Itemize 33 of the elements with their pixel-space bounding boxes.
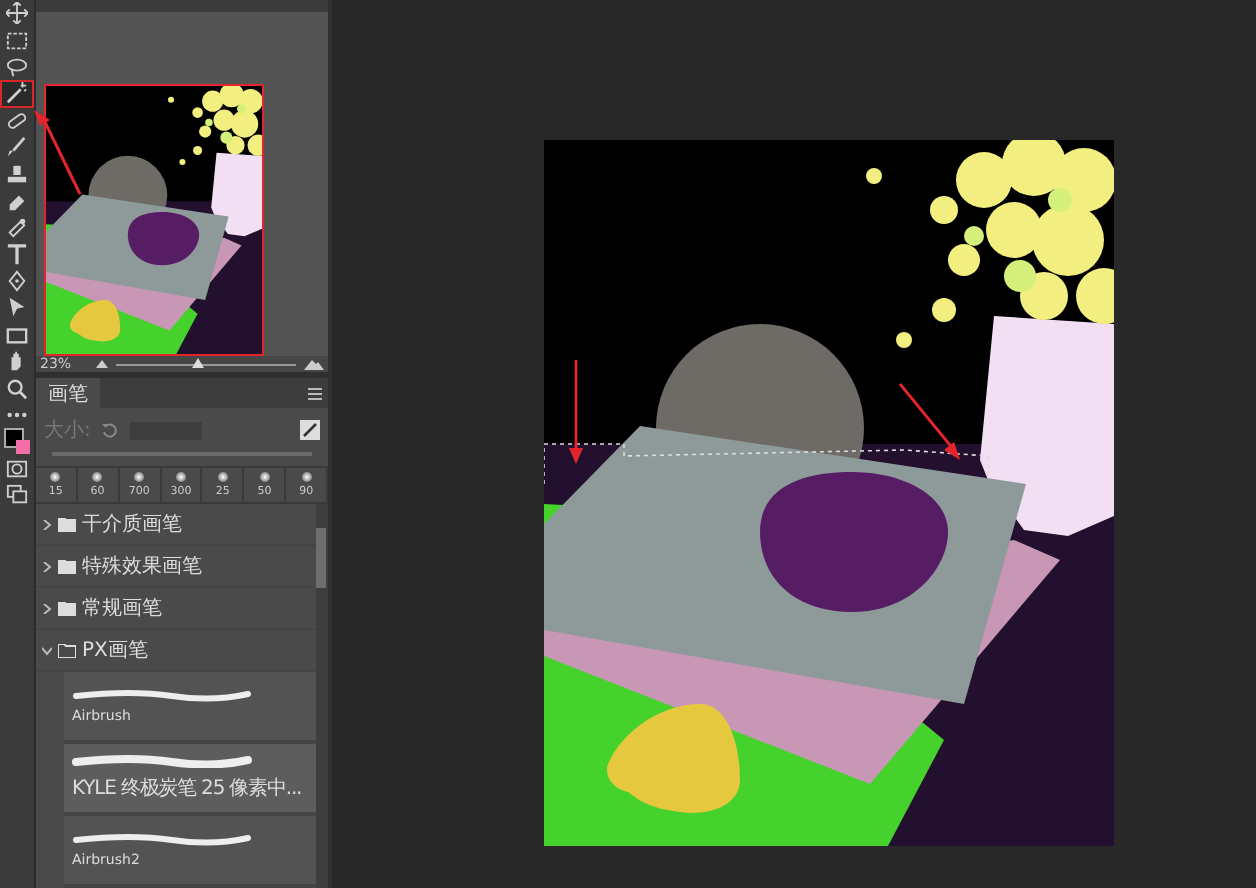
color-swatches[interactable] [4, 428, 30, 455]
reset-icon[interactable] [102, 422, 119, 438]
new-brush-icon[interactable] [300, 420, 320, 440]
folder-icon [58, 643, 76, 657]
annotation-arrow [569, 360, 583, 464]
annotation-arrow [898, 383, 960, 460]
brushes-tab[interactable]: 画笔 [36, 377, 100, 409]
brush-icon[interactable] [6, 136, 28, 159]
mask-icon[interactable] [6, 457, 28, 480]
folder-icon [58, 559, 76, 573]
move-icon[interactable] [6, 2, 28, 25]
pointer-icon[interactable] [6, 296, 28, 319]
marquee-icon[interactable] [6, 29, 28, 52]
chevron-right-icon[interactable] [42, 603, 52, 613]
screen-mode-icon[interactable] [6, 484, 28, 507]
zoom-icon[interactable] [6, 377, 28, 400]
folder-icon [58, 517, 76, 531]
small-mountain-icon [96, 360, 108, 368]
stamp-icon[interactable] [6, 163, 28, 186]
pen-icon[interactable] [6, 270, 28, 293]
menu-icon[interactable] [308, 387, 322, 399]
finger-icon[interactable] [6, 216, 28, 239]
chevron-right-icon[interactable] [42, 561, 52, 571]
bandage-icon[interactable] [6, 109, 28, 132]
lasso-icon[interactable] [6, 55, 28, 78]
rectangle-icon[interactable] [6, 323, 28, 346]
magic-wand-icon[interactable] [6, 82, 28, 105]
scrollbar-thumb[interactable] [316, 528, 326, 588]
chevron-down-icon[interactable] [42, 645, 52, 655]
folder-icon [58, 601, 76, 615]
chevron-right-icon[interactable] [42, 519, 52, 529]
brush-preset[interactable]: KYLE 终极炭笔 25 像素中... [64, 744, 316, 816]
type-icon[interactable] [6, 243, 28, 266]
